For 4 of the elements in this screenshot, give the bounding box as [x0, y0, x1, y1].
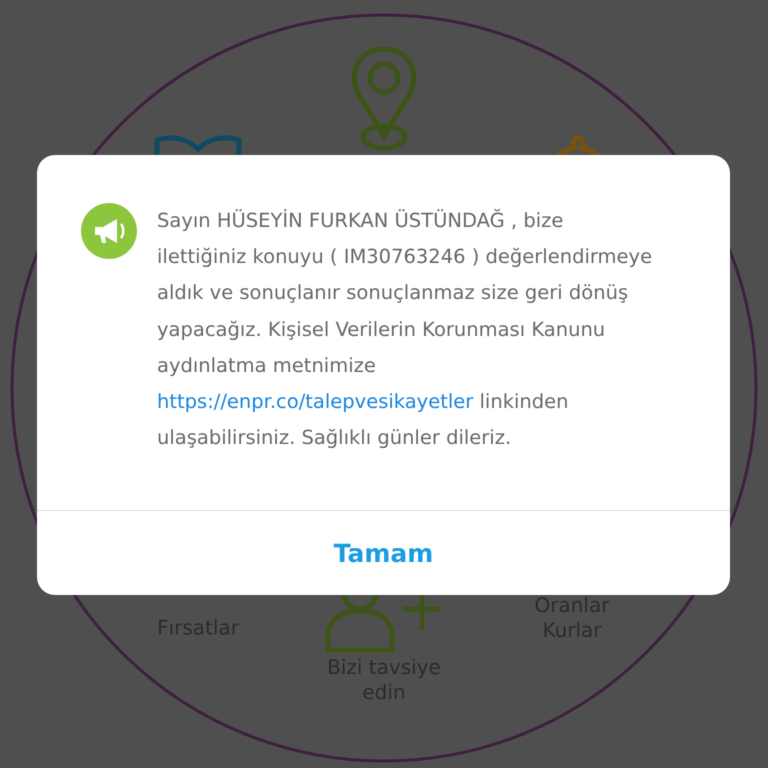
megaphone-icon	[81, 203, 137, 259]
dialog-message: Sayın HÜSEYİN FURKAN ÜSTÜNDAĞ , bize ilettiğiniz konuyu ( IM30763246 ) değerlendirmeye aldık ve sonuçlanır sonuçlanmaz size geri dönüş yapacağız. Kişisel Verilerin Korunması Kanunu aydınlatma metnimize https://enpr.co/talepvesikayetler linkinden ulaşabilirsiniz. Sağlıklı günler dileriz.	[157, 208, 654, 452]
link[interactable]: https://enpr.co/talepvesikayetler	[157, 390, 474, 414]
ok-button[interactable]: Tamam	[320, 532, 448, 574]
